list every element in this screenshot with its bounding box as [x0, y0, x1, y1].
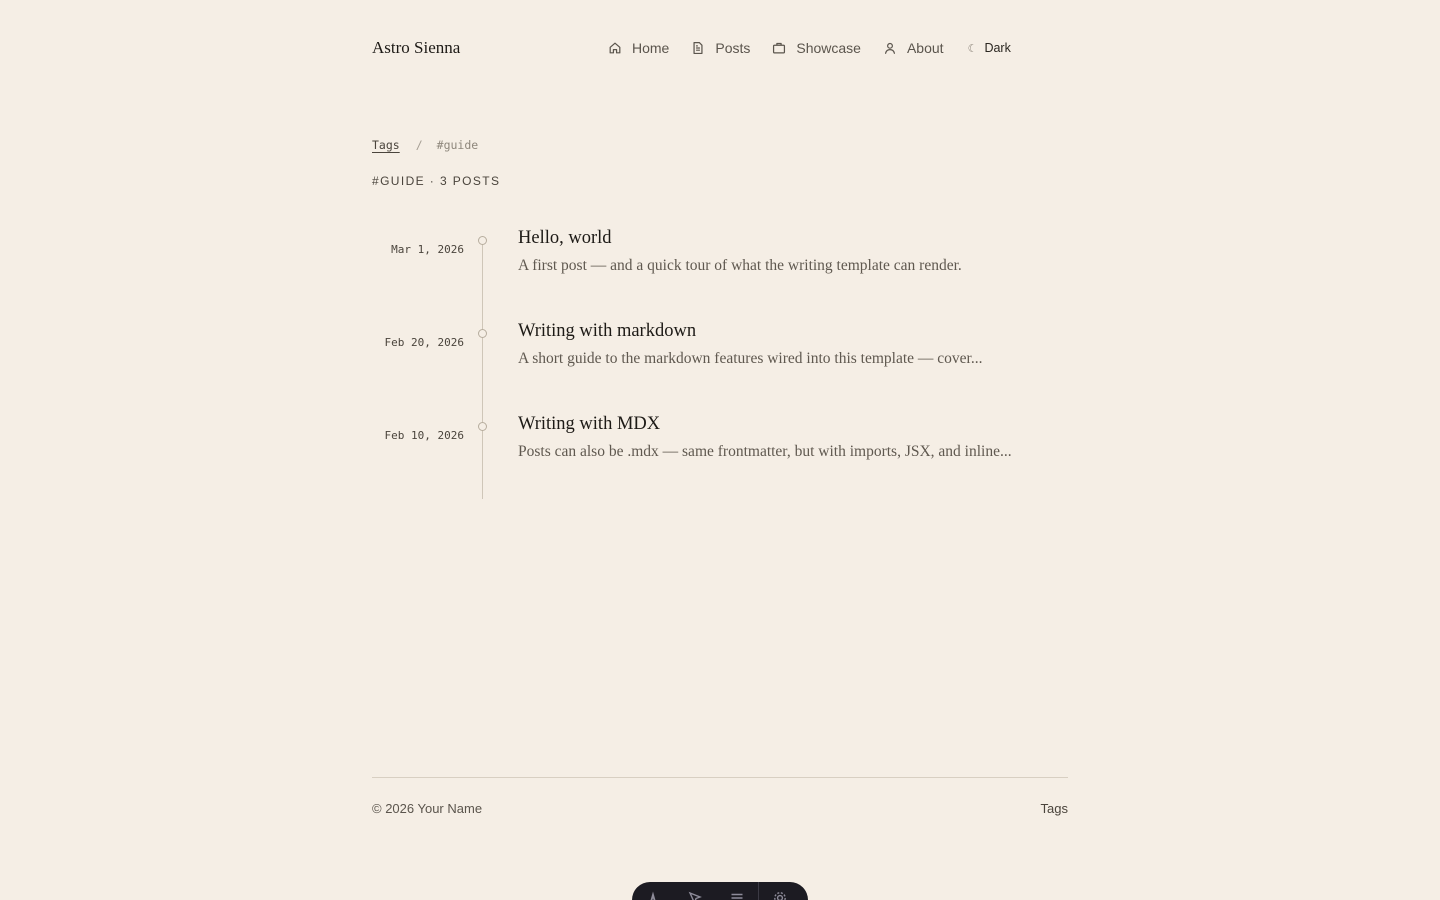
footer-tags-link[interactable]: Tags: [1041, 800, 1068, 818]
post-excerpt: A short guide to the markdown features w…: [518, 350, 983, 367]
post-date: Feb 20, 2026: [384, 336, 464, 349]
briefcase-icon: [772, 41, 786, 55]
breadcrumb-current: #guide: [436, 138, 479, 152]
theme-toggle-label: Dark: [984, 41, 1011, 55]
nav-item-about[interactable]: About: [883, 36, 944, 60]
post-excerpt: A first post — and a quick tour of what …: [518, 257, 962, 274]
post-title-link[interactable]: Writing with MDX: [518, 410, 660, 438]
nav-item-posts[interactable]: Posts: [691, 36, 750, 60]
main-nav: Home Posts Showcase About ☾ Dark: [608, 36, 1011, 60]
footer-divider: [372, 777, 1068, 778]
home-icon: [608, 41, 622, 55]
site-title-link[interactable]: Astro Sienna: [372, 36, 460, 60]
user-icon: [883, 41, 897, 55]
post-entry: Feb 20, 2026 Writing with markdown A sho…: [372, 321, 1068, 407]
astro-icon[interactable]: [632, 890, 674, 900]
dev-toolbar: [632, 882, 808, 900]
breadcrumb: Tags / #guide: [372, 136, 478, 154]
post-entry: Feb 10, 2026 Writing with MDX Posts can …: [372, 414, 1068, 500]
nav-item-label: Posts: [715, 40, 751, 56]
footer-copyright: © 2026 Your Name: [372, 801, 483, 816]
theme-toggle-button[interactable]: ☾ Dark: [968, 41, 1011, 55]
timeline-dot: [478, 236, 487, 245]
post-entry: Mar 1, 2026 Hello, world A first post — …: [372, 228, 1068, 314]
settings-icon[interactable]: [759, 890, 801, 900]
post-excerpt: Posts can also be .mdx — same frontmatte…: [518, 443, 1012, 460]
timeline-dot: [478, 329, 487, 338]
nav-item-label: Home: [632, 40, 670, 56]
nav-item-label: Showcase: [796, 40, 861, 56]
breadcrumb-separator: /: [415, 138, 423, 152]
timeline-dot: [478, 422, 487, 431]
post-title-link[interactable]: Writing with markdown: [518, 317, 696, 345]
post-date: Mar 1, 2026: [391, 243, 464, 256]
document-icon: [691, 41, 705, 55]
breadcrumb-tags-link[interactable]: Tags: [372, 136, 400, 154]
nav-item-home[interactable]: Home: [608, 36, 669, 60]
post-date: Feb 10, 2026: [384, 429, 464, 442]
menu-icon[interactable]: [716, 890, 758, 900]
pointer-icon[interactable]: [674, 890, 716, 900]
tag-heading: #GUIDE · 3 POSTS: [372, 174, 501, 188]
page: Astro Sienna Home Posts Showcase About ☾…: [0, 0, 1440, 900]
moon-icon: ☾: [967, 42, 978, 55]
nav-item-label: About: [906, 40, 944, 56]
post-title-link[interactable]: Hello, world: [518, 224, 612, 252]
nav-item-showcase[interactable]: Showcase: [772, 36, 861, 60]
